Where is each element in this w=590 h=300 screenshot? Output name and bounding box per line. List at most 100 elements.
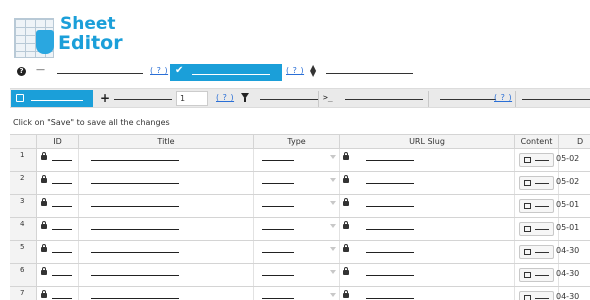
edit-label-placeholder [535, 183, 549, 184]
content-cell [515, 287, 559, 300]
save-button[interactable] [11, 90, 93, 107]
title-value-placeholder [91, 275, 179, 276]
lock-icon [41, 152, 47, 160]
edit-label-placeholder [535, 229, 549, 230]
url-slug-cell[interactable] [340, 241, 515, 263]
type-cell[interactable] [254, 241, 340, 263]
url-slug-cell[interactable] [340, 287, 515, 300]
row-number[interactable]: 7 [10, 287, 37, 300]
date-cell[interactable]: 05-02 [556, 154, 579, 163]
console-label-placeholder[interactable] [345, 99, 423, 100]
id-value-placeholder [52, 298, 72, 299]
title-cell[interactable] [79, 287, 254, 300]
console-prompt-icon[interactable]: >_ [323, 93, 333, 102]
row-number[interactable]: 1 [10, 149, 37, 171]
edit-content-button[interactable] [519, 199, 554, 213]
add-rows-help-link[interactable]: ( ? ) [216, 93, 234, 102]
title-cell[interactable] [79, 218, 254, 240]
url-slug-cell[interactable] [340, 172, 515, 194]
edit-content-button[interactable] [519, 291, 554, 300]
help-link-2[interactable]: ( ? ) [286, 66, 304, 75]
row-number[interactable]: 4 [10, 218, 37, 240]
sort-label-placeholder[interactable] [326, 73, 413, 74]
slug-value-placeholder [366, 206, 414, 207]
id-cell[interactable] [37, 218, 79, 240]
edit-label-placeholder [535, 206, 549, 207]
title-cell[interactable] [79, 264, 254, 286]
edit-content-button[interactable] [519, 176, 554, 190]
content-cell [515, 218, 559, 240]
toolbar-item-placeholder-2[interactable] [440, 99, 496, 100]
id-value-placeholder [52, 160, 72, 161]
type-cell[interactable] [254, 195, 340, 217]
date-cell[interactable]: 04-30 [556, 269, 579, 278]
id-value-placeholder [52, 229, 72, 230]
type-value-placeholder [262, 298, 294, 299]
content-cell [515, 172, 559, 194]
url-slug-cell[interactable] [340, 149, 515, 171]
row-number[interactable]: 5 [10, 241, 37, 263]
plus-icon[interactable]: + [100, 91, 110, 105]
help-link-3[interactable]: ( ? ) [494, 93, 512, 102]
chevron-down-icon [330, 201, 336, 205]
content-cell [515, 241, 559, 263]
table-row: 1 05-02 [10, 149, 590, 172]
title-cell[interactable] [79, 149, 254, 171]
edit-label-placeholder [535, 252, 549, 253]
action-toolbar: + 1 ( ? ) >_ ( ? ) [10, 88, 590, 108]
top-toolbar: ? — ( ? ) ✔ ( ? ) ▲ ▼ [0, 64, 590, 82]
header-title[interactable]: Title [79, 135, 254, 149]
edit-content-button[interactable] [519, 153, 554, 167]
type-cell[interactable] [254, 287, 340, 300]
type-cell[interactable] [254, 264, 340, 286]
date-cell[interactable]: 05-01 [556, 200, 579, 209]
header-url-slug[interactable]: URL Slug [340, 135, 515, 149]
table-header: ID Title Type URL Slug Content D [10, 134, 590, 149]
toolbar-item-placeholder-3[interactable] [522, 99, 590, 100]
edit-icon [524, 203, 531, 209]
id-cell[interactable] [37, 287, 79, 300]
id-cell[interactable] [37, 241, 79, 263]
header-type[interactable]: Type [254, 135, 340, 149]
id-cell[interactable] [37, 172, 79, 194]
date-cell[interactable]: 05-01 [556, 223, 579, 232]
title-cell[interactable] [79, 195, 254, 217]
edit-content-button[interactable] [519, 222, 554, 236]
help-link-1[interactable]: ( ? ) [150, 66, 168, 75]
floppy-disk-icon [16, 94, 24, 102]
active-toolbar-item[interactable]: ✔ [170, 64, 282, 81]
edit-content-button[interactable] [519, 245, 554, 259]
title-cell[interactable] [79, 172, 254, 194]
date-cell[interactable]: 04-30 [556, 292, 579, 300]
table-row: 5 04-30 [10, 241, 590, 264]
row-number[interactable]: 2 [10, 172, 37, 194]
type-cell[interactable] [254, 172, 340, 194]
type-cell[interactable] [254, 149, 340, 171]
filter-label-placeholder[interactable] [260, 99, 318, 100]
type-cell[interactable] [254, 218, 340, 240]
content-cell [515, 149, 559, 171]
id-cell[interactable] [37, 195, 79, 217]
url-slug-cell[interactable] [340, 195, 515, 217]
date-cell[interactable]: 04-30 [556, 246, 579, 255]
toolbar-item-placeholder-1[interactable] [57, 73, 143, 74]
add-rows-count-input[interactable]: 1 [176, 91, 208, 106]
edit-content-button[interactable] [519, 268, 554, 282]
row-number[interactable]: 3 [10, 195, 37, 217]
id-cell[interactable] [37, 264, 79, 286]
header-id[interactable]: ID [37, 135, 79, 149]
lock-icon [41, 267, 47, 275]
id-cell[interactable] [37, 149, 79, 171]
chevron-down-icon [330, 224, 336, 228]
header-date[interactable]: D [559, 135, 590, 149]
url-slug-cell[interactable] [340, 264, 515, 286]
sort-icon[interactable]: ▲ ▼ [310, 64, 316, 78]
filter-icon[interactable] [241, 93, 249, 102]
title-cell[interactable] [79, 241, 254, 263]
url-slug-cell[interactable] [340, 218, 515, 240]
question-circle-icon[interactable]: ? [17, 67, 26, 76]
id-value-placeholder [52, 252, 72, 253]
row-number[interactable]: 6 [10, 264, 37, 286]
header-content[interactable]: Content [515, 135, 559, 149]
date-cell[interactable]: 05-02 [556, 177, 579, 186]
